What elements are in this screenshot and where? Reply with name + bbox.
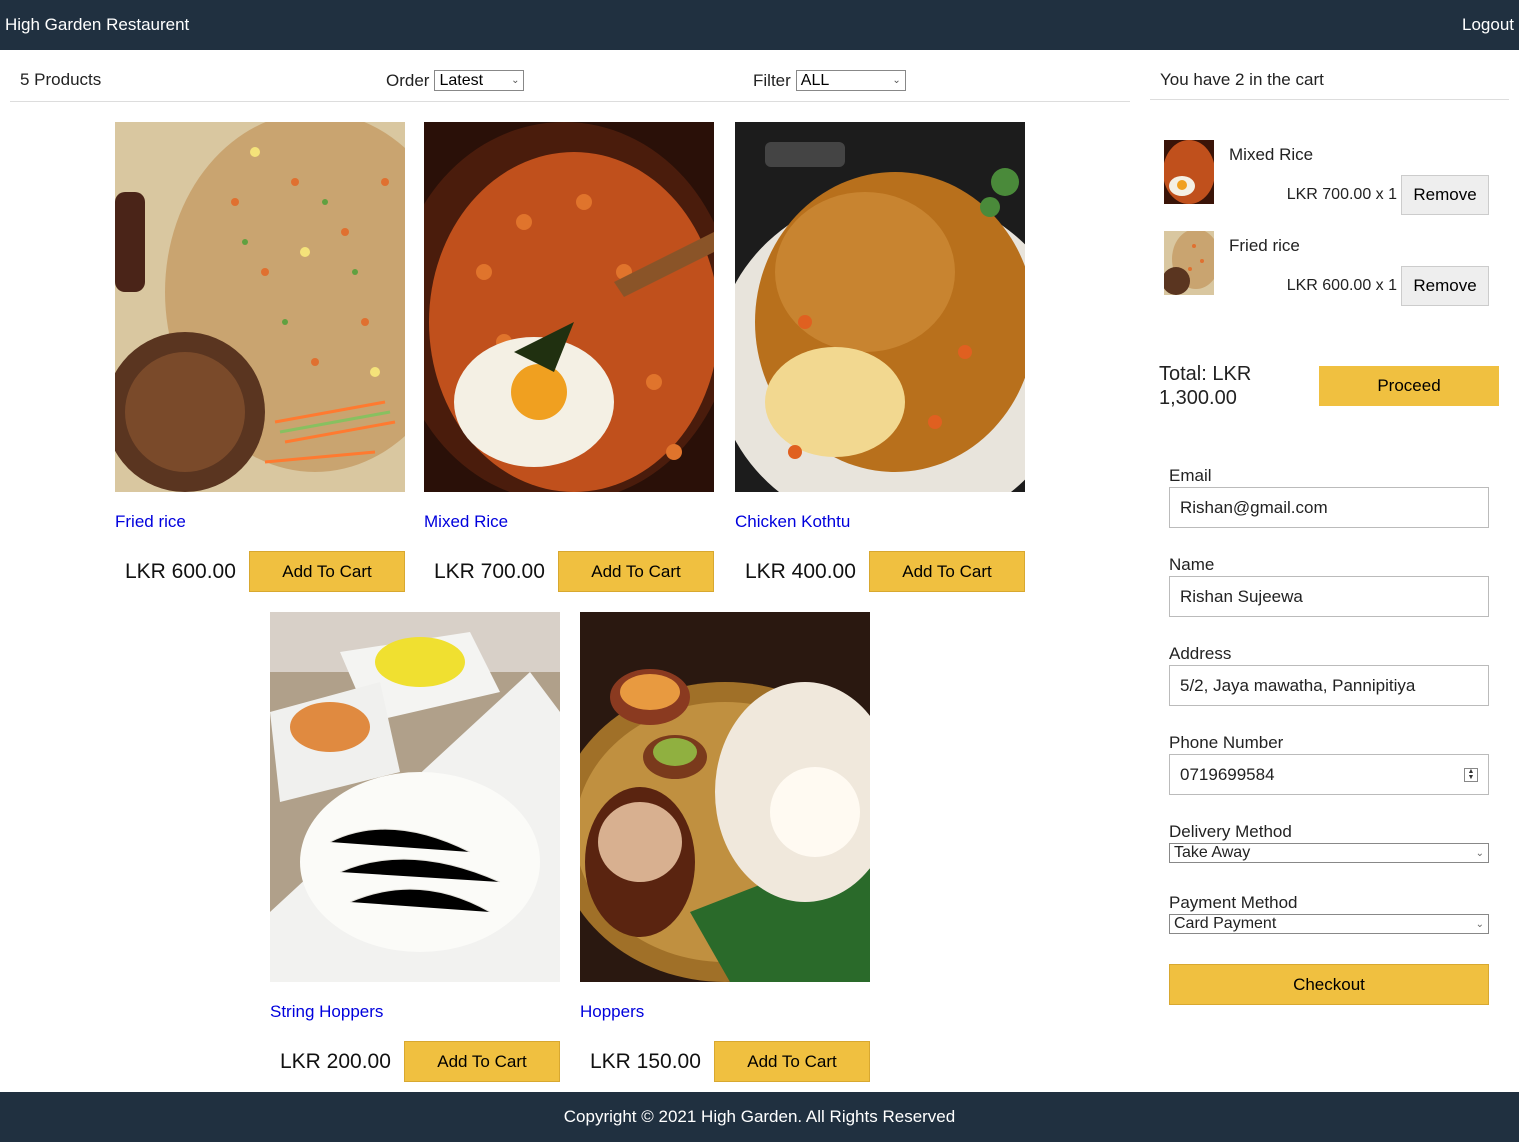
chevron-down-icon: ⌄ (892, 75, 901, 86)
top-navbar: High Garden Restaurent Logout (0, 0, 1519, 50)
filter-select[interactable]: ALL ⌄ (795, 70, 906, 91)
add-to-cart-button[interactable]: Add To Cart (869, 551, 1025, 592)
checkout-form: Email Rishan@gmail.com Name Rishan Sujee… (1169, 466, 1489, 1005)
product-card-chicken-kothtu: Chicken Kothtu LKR 400.00 Add To Cart (735, 122, 1025, 592)
cart-summary: You have 2 in the cart (1150, 58, 1509, 100)
checkout-button[interactable]: Checkout (1169, 964, 1489, 1005)
name-field[interactable]: Rishan Sujeewa (1169, 576, 1489, 617)
mixed-rice-photo[interactable] (424, 122, 714, 492)
cart-item: Mixed Rice LKR 700.00 x 1 Remove (1164, 140, 1489, 216)
product-name-link[interactable]: String Hoppers (270, 1002, 383, 1022)
email-field[interactable]: Rishan@gmail.com (1169, 487, 1489, 528)
number-stepper-icon[interactable]: ▲ ▼ (1464, 767, 1478, 782)
brand-link[interactable]: High Garden Restaurent (5, 15, 189, 35)
hoppers-photo[interactable] (580, 612, 870, 982)
add-to-cart-button[interactable]: Add To Cart (404, 1041, 560, 1082)
product-name-link[interactable]: Mixed Rice (424, 512, 508, 532)
delivery-label: Delivery Method (1169, 822, 1292, 841)
product-card-mixed-rice: Mixed Rice LKR 700.00 Add To Cart (424, 122, 714, 592)
proceed-button[interactable]: Proceed (1319, 366, 1499, 406)
filter-control: Filter ALL ⌄ (753, 70, 906, 91)
filter-label: Filter (753, 70, 791, 90)
phone-field[interactable]: 0719699584 ▲ ▼ (1169, 754, 1489, 795)
cart-item: Fried rice LKR 600.00 x 1 Remove (1164, 231, 1489, 307)
address-value: 5/2, Jaya mawatha, Pannipitiya (1180, 675, 1416, 695)
product-card-hoppers: Hoppers LKR 150.00 Add To Cart (580, 612, 870, 1082)
cart-item-price-qty: LKR 700.00 x 1 (1286, 186, 1397, 203)
product-price: LKR 200.00 (280, 1050, 391, 1073)
product-name-link[interactable]: Fried rice (115, 512, 186, 532)
product-card-string-hoppers: String Hoppers LKR 200.00 Add To Cart (270, 612, 560, 1082)
order-control: Order Latest ⌄ (386, 70, 525, 91)
chevron-down-icon: ⌄ (1475, 918, 1484, 930)
phone-label: Phone Number (1169, 733, 1284, 752)
product-name-link[interactable]: Chicken Kothtu (735, 512, 850, 532)
product-count: 5 Products (20, 70, 102, 89)
add-to-cart-button[interactable]: Add To Cart (249, 551, 405, 592)
address-field[interactable]: 5/2, Jaya mawatha, Pannipitiya (1169, 665, 1489, 706)
chevron-down-icon: ⌄ (1475, 847, 1484, 859)
footer: Copyright © 2021 High Garden. All Rights… (0, 1092, 1519, 1142)
add-to-cart-button[interactable]: Add To Cart (558, 551, 714, 592)
fried-rice-photo[interactable] (115, 122, 405, 492)
delivery-method-value: Take Away (1174, 844, 1251, 861)
cart-item-price-qty: LKR 600.00 x 1 (1286, 277, 1397, 294)
product-name-link[interactable]: Hoppers (580, 1002, 644, 1022)
phone-value: 0719699584 (1180, 764, 1275, 784)
product-card-fried-rice: Fried rice LKR 600.00 Add To Cart (115, 122, 405, 592)
order-select-value: Latest (439, 71, 484, 89)
order-label: Order (386, 70, 430, 90)
product-price: LKR 700.00 (434, 560, 545, 583)
product-price: LKR 150.00 (590, 1050, 701, 1073)
payment-label: Payment Method (1169, 893, 1298, 912)
cart-item-name: Mixed Rice (1229, 145, 1314, 164)
remove-button[interactable]: Remove (1401, 266, 1489, 306)
cart-item-thumbnail (1164, 140, 1214, 204)
payment-method-select[interactable]: Card Payment ⌄ (1169, 914, 1489, 934)
string-hoppers-photo[interactable] (270, 612, 560, 982)
address-label: Address (1169, 644, 1232, 663)
product-price: LKR 600.00 (125, 560, 236, 583)
product-filter-bar: 5 Products Order Latest ⌄ Filter ALL ⌄ (10, 58, 1130, 102)
name-value: Rishan Sujeewa (1180, 586, 1303, 606)
cart-item-thumbnail (1164, 231, 1214, 295)
email-value: Rishan@gmail.com (1180, 497, 1328, 517)
chevron-down-icon: ⌄ (511, 75, 520, 86)
add-to-cart-button[interactable]: Add To Cart (714, 1041, 870, 1082)
copyright-text: Copyright © 2021 High Garden. All Rights… (563, 1107, 956, 1126)
cart-item-name: Fried rice (1229, 236, 1300, 255)
filter-select-value: ALL (800, 71, 830, 89)
chicken-kothtu-photo[interactable] (735, 122, 1025, 492)
product-price: LKR 400.00 (745, 560, 856, 583)
logout-link[interactable]: Logout (1462, 15, 1514, 35)
cart-total: Total: LKR 1,300.00 (1159, 363, 1252, 409)
remove-button[interactable]: Remove (1401, 175, 1489, 215)
order-select[interactable]: Latest ⌄ (434, 70, 525, 91)
name-label: Name (1169, 555, 1215, 574)
delivery-method-select[interactable]: Take Away ⌄ (1169, 843, 1489, 863)
payment-method-value: Card Payment (1174, 915, 1277, 932)
email-label: Email (1169, 466, 1212, 485)
